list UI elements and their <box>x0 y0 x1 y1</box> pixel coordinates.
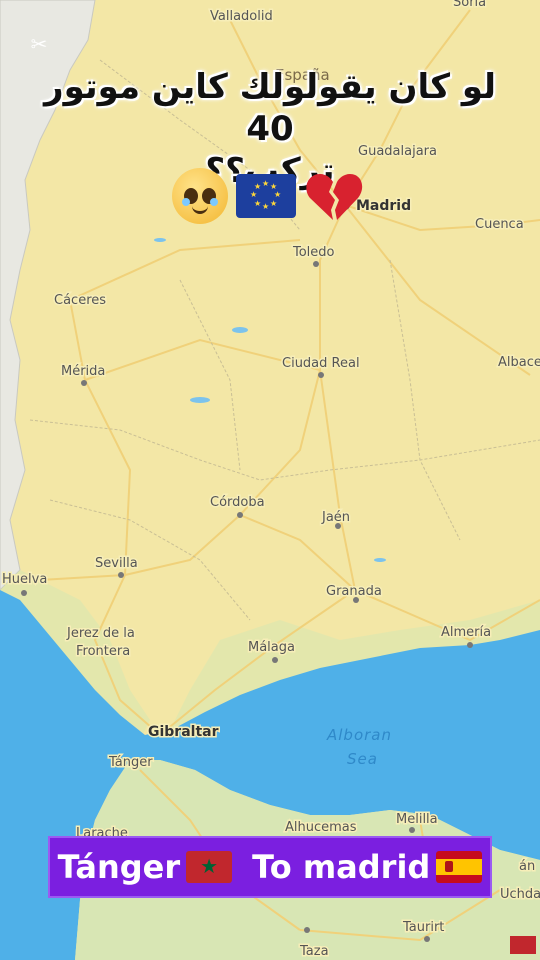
city-label-toledo: Toledo <box>292 245 335 260</box>
city-label-alhucemas: Alhucemas <box>285 820 357 835</box>
city-label-ciudad-real: Ciudad Real <box>282 356 360 371</box>
sea-label-line1: Alboran <box>326 726 392 744</box>
morocco-flag-corner-icon <box>510 936 536 954</box>
city-label-melilla: Melilla <box>396 812 438 827</box>
broken-heart-icon <box>306 174 363 220</box>
city-label-taourirt: Taurirt <box>402 920 444 935</box>
city-label-cordoba: Córdoba <box>210 495 265 510</box>
city-label-caceres: Cáceres <box>54 293 106 308</box>
city-label-huelva: Huelva <box>2 572 47 587</box>
city-label-soria: Soria <box>453 0 486 10</box>
city-label-taza: Taza <box>299 944 329 959</box>
city-label-jaen: Jaén <box>321 510 350 525</box>
eu-flag-icon: ★ ★ ★ ★ ★ ★ ★ ★ <box>236 174 296 218</box>
city-label-tanger: Tánger <box>108 755 153 770</box>
city-label-jerez-line2: Frontera <box>76 644 130 659</box>
city-label-nador: án <box>519 859 535 874</box>
morocco-flag-icon <box>186 851 233 883</box>
banner-to-text: To madrid <box>252 848 431 886</box>
city-label-sevilla: Sevilla <box>95 556 138 571</box>
city-label-gibraltar: Gibraltar <box>148 724 219 740</box>
capcut-logo-icon: ✂ <box>30 34 48 56</box>
city-label-malaga: Málaga <box>248 640 295 655</box>
banner-from-text: Tánger <box>57 848 181 886</box>
sea-label-line2: Sea <box>347 750 378 768</box>
city-label-jerez-line1: Jerez de la <box>66 626 135 641</box>
city-label-uchda: Uchda <box>500 887 540 902</box>
emoji-row: ★ ★ ★ ★ ★ ★ ★ ★ <box>172 168 364 224</box>
city-label-madrid: Madrid <box>356 198 411 214</box>
overlay-title-line1: لو كان يقولولك كاين موتور 40 <box>44 67 496 149</box>
route-banner: Tánger To madrid <box>48 836 492 898</box>
city-label-granada: Granada <box>326 584 382 599</box>
city-label-merida: Mérida <box>61 364 105 379</box>
spain-flag-icon <box>436 851 483 883</box>
city-label-valladolid: Valladolid <box>210 9 273 24</box>
pleading-face-icon <box>172 168 228 224</box>
city-label-albacete: Albace <box>498 355 540 370</box>
city-label-cuenca: Cuenca <box>475 217 524 232</box>
city-label-almeria: Almería <box>441 625 491 640</box>
